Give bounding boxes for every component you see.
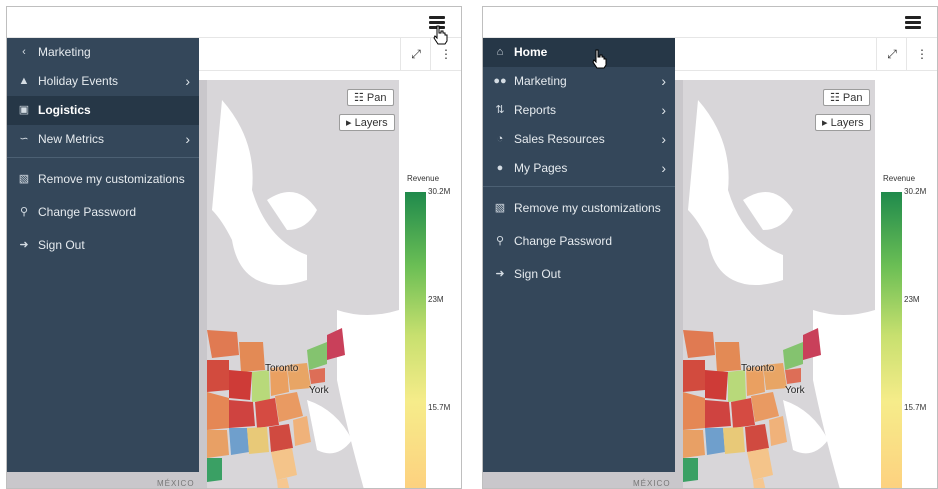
line-chart-icon: ∽	[19, 133, 29, 145]
menu-item-reports[interactable]: ⇅ Reports ›	[483, 96, 675, 125]
menu-item-label: Sales Resources	[514, 132, 605, 146]
menu-action-change-password[interactable]: ⚲ Change Password	[483, 225, 675, 258]
city-label-new-york: York	[309, 385, 329, 396]
chevron-right-icon: ›	[661, 160, 666, 176]
legend-tick-mid: 23M	[904, 295, 920, 304]
menu-item-marketing[interactable]: ●● Marketing ›	[483, 67, 675, 96]
layers-button[interactable]: ▸ Layers	[339, 114, 395, 131]
menu-item-label: Reports	[514, 103, 557, 117]
pan-icon: ☷	[354, 92, 367, 104]
menu-divider	[7, 157, 199, 158]
left-dashboard-panel: ⤢ ⋮ Toronto York ☷ Pan ▸ Layers Revenue …	[6, 6, 462, 489]
layers-label: Layers	[830, 117, 864, 129]
more-vertical-icon[interactable]: ⋮	[906, 38, 937, 70]
collapse-icon[interactable]: ⤢	[400, 38, 431, 70]
menu-item-label: Change Password	[514, 234, 613, 248]
chevron-right-icon: ›	[661, 102, 666, 118]
menu-item-holiday-events[interactable]: ▲ Holiday Events ›	[7, 67, 199, 96]
menu-item-label: Remove my customizations	[514, 201, 661, 215]
legend-tick-mid: 23M	[428, 295, 444, 304]
menu-item-label: Marketing	[514, 74, 567, 88]
legend-title: Revenue	[883, 174, 916, 183]
menu-item-home[interactable]: ⌂ Home	[483, 38, 675, 67]
chevron-right-icon: ›	[661, 73, 666, 89]
legend-tick-max: 30.2M	[428, 187, 451, 196]
pan-icon: ☷	[830, 92, 843, 104]
city-label-toronto: Toronto	[741, 363, 775, 374]
menu-item-label: Home	[514, 45, 548, 59]
caret-right-icon: ▸	[346, 117, 355, 129]
legend-tick-low: 15.7M	[428, 403, 451, 412]
map-icon: ▣	[18, 104, 30, 116]
menu-item-label: Change Password	[38, 205, 137, 219]
trash-icon: ▧	[494, 202, 506, 214]
key-icon: ⚲	[495, 235, 505, 247]
pan-label: Pan	[842, 92, 863, 104]
user-icon: ●	[496, 162, 504, 174]
menu-item-label: Logistics	[38, 103, 91, 117]
pan-button[interactable]: ☷ Pan	[347, 89, 394, 106]
menu-item-logistics[interactable]: ▣ Logistics	[7, 96, 199, 125]
menu-item-label: Marketing	[38, 45, 91, 59]
collapse-icon[interactable]: ⤢	[876, 38, 907, 70]
menu-action-remove-customizations[interactable]: ▧ Remove my customizations	[7, 163, 199, 196]
menu-item-label: New Metrics	[38, 132, 105, 146]
chevron-right-icon: ›	[661, 131, 666, 147]
menu-item-label: My Pages	[514, 161, 568, 175]
legend-tick-low: 15.7M	[904, 403, 927, 412]
menu-item-new-metrics[interactable]: ∽ New Metrics ›	[7, 125, 199, 154]
legend-color-scale	[881, 192, 902, 488]
right-dashboard-panel: ⤢ ⋮ Toronto York ☷ Pan ▸ Layers Revenue …	[482, 6, 938, 489]
menu-item-sales-resources[interactable]: ◔ Sales Resources ›	[483, 125, 675, 154]
navigation-menu: ‹ Marketing ▲ Holiday Events › ▣ Logisti…	[7, 38, 199, 472]
top-bar	[483, 7, 937, 38]
key-icon: ⚲	[19, 206, 29, 218]
country-label-mexico: MÉXICO	[633, 479, 671, 488]
chevron-right-icon: ›	[185, 131, 190, 147]
hand-pointer-cursor-icon	[592, 49, 607, 69]
menu-action-sign-out[interactable]: ➜ Sign Out	[7, 229, 199, 262]
country-label-mexico: MÉXICO	[157, 479, 195, 488]
city-label-toronto: Toronto	[265, 363, 299, 374]
layers-label: Layers	[354, 117, 388, 129]
legend-title: Revenue	[407, 174, 440, 183]
sort-icon: ⇅	[495, 104, 505, 116]
chevron-right-icon: ›	[185, 73, 190, 89]
sign-out-icon: ➜	[19, 239, 29, 251]
city-label-new-york: York	[785, 385, 805, 396]
menu-action-sign-out[interactable]: ➜ Sign Out	[483, 258, 675, 291]
menu-item-label: Remove my customizations	[38, 172, 185, 186]
hand-pointer-cursor-icon	[433, 25, 448, 45]
menu-back-marketing[interactable]: ‹ Marketing	[7, 38, 199, 67]
menu-action-change-password[interactable]: ⚲ Change Password	[7, 196, 199, 229]
sign-out-icon: ➜	[495, 268, 505, 280]
menu-item-label: Sign Out	[514, 267, 561, 281]
layers-button[interactable]: ▸ Layers	[815, 114, 871, 131]
legend-tick-max: 30.2M	[904, 187, 927, 196]
pan-label: Pan	[366, 92, 387, 104]
chevron-left-icon: ‹	[22, 46, 26, 58]
menu-item-my-pages[interactable]: ● My Pages ›	[483, 154, 675, 183]
top-bar	[7, 7, 461, 38]
menu-action-remove-customizations[interactable]: ▧ Remove my customizations	[483, 192, 675, 225]
hamburger-menu-icon[interactable]	[905, 16, 921, 29]
menu-item-label: Sign Out	[38, 238, 85, 252]
pan-button[interactable]: ☷ Pan	[823, 89, 870, 106]
legend-color-scale	[405, 192, 426, 488]
menu-item-label: Holiday Events	[38, 74, 119, 88]
users-icon: ●●	[493, 75, 507, 87]
menu-divider	[483, 186, 675, 187]
caret-right-icon: ▸	[822, 117, 831, 129]
tree-icon: ▲	[18, 75, 30, 87]
pie-chart-icon: ◔	[496, 133, 504, 145]
home-icon: ⌂	[496, 46, 504, 58]
navigation-menu: ⌂ Home ●● Marketing › ⇅ Reports › ◔ Sale…	[483, 38, 675, 472]
trash-icon: ▧	[18, 173, 30, 185]
